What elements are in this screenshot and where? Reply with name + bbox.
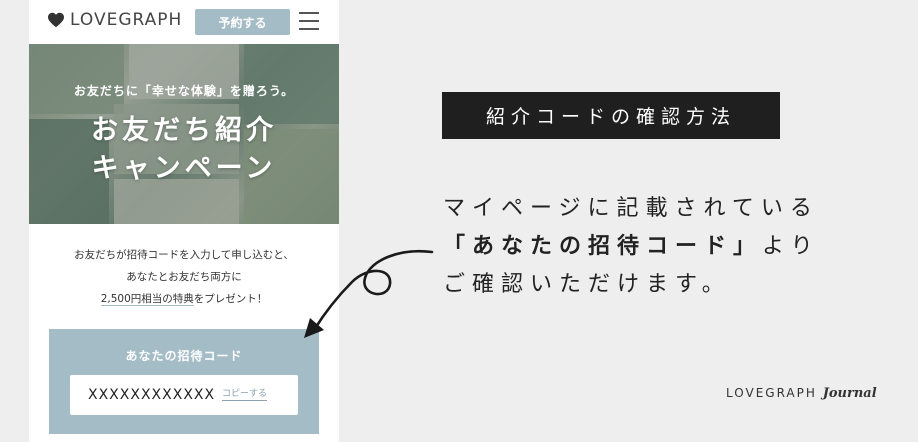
journal-logo: LOVEGRAPH Journal [726, 386, 877, 401]
invitation-code-value: XXXXXXXXXXXX [88, 387, 216, 403]
site-header: LOVEGRAPH 予約する [29, 0, 339, 44]
benefit-highlight: 2,500円相当の特典 [100, 293, 194, 306]
hero-title: お友だち紹介 キャンペーン [29, 112, 339, 188]
instruction-text: マイページに記載されている 「あなたの招待コード」より ご確認いただけます。 [443, 190, 820, 304]
hamburger-menu-icon[interactable] [299, 12, 319, 30]
journal-script: Journal [822, 386, 877, 401]
reserve-button[interactable]: 予約する [195, 9, 290, 35]
curved-arrow-icon [304, 249, 434, 338]
journal-brand: LOVEGRAPH [726, 386, 817, 400]
heart-icon [48, 12, 64, 28]
invitation-code-field: XXXXXXXXXXXX コピーする [70, 375, 298, 415]
hero-subtitle: お友だちに「幸せな体験」を贈ろう。 [73, 84, 295, 98]
confirmation-method-banner: 紹介コードの確認方法 [442, 92, 780, 139]
description-line3-rest: をプレゼント！ [193, 293, 268, 305]
instruction-line1: マイページに記載されている [443, 196, 819, 221]
hero-title-line1: お友だち紹介 [91, 115, 277, 146]
invitation-code-box: あなたの招待コード XXXXXXXXXXXX コピーする [49, 329, 319, 434]
phone-screen: LOVEGRAPH 予約する お友だちに「幸せな体験」を贈ろう。 お友だち紹介 … [29, 0, 339, 442]
instruction-line2-rest: より [762, 234, 820, 259]
copy-code-link[interactable]: コピーする [222, 389, 268, 401]
instruction-code-emphasis: 「あなたの招待コード」 [443, 234, 763, 259]
hero-title-line2: キャンペーン [91, 153, 277, 184]
instruction-line2: 「あなたの招待コード」より [443, 228, 820, 266]
instruction-line3: ご確認いただけます。 [443, 272, 731, 297]
invitation-code-label: あなたの招待コード [125, 349, 243, 363]
logo-text: LOVEGRAPH [70, 10, 183, 30]
site-logo[interactable]: LOVEGRAPH [47, 10, 182, 30]
campaign-hero-image: お友だちに「幸せな体験」を贈ろう。 お友だち紹介 キャンペーン [29, 44, 339, 224]
